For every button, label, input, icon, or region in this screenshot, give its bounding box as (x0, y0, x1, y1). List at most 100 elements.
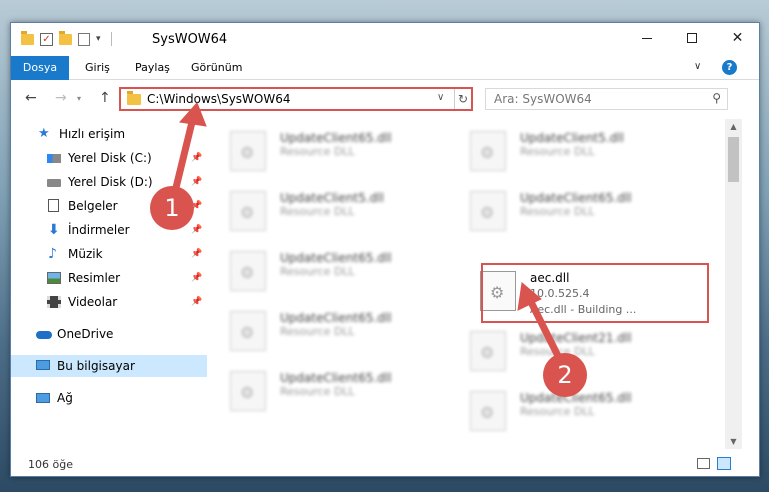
folder-icon (127, 91, 141, 105)
file-item[interactable]: UpdateClient5.dll Resource DLL (216, 183, 448, 239)
tab-view[interactable]: Görünüm (191, 56, 242, 80)
file-name: UpdateClient65.dll (520, 191, 632, 205)
file-description: Resource DLL (520, 145, 595, 158)
customize-dropdown-icon[interactable]: ▾ (96, 34, 101, 44)
pin-icon[interactable]: 📌 (191, 291, 202, 313)
folder-icon[interactable] (21, 30, 34, 45)
file-description: Resource DLL (520, 405, 595, 418)
file-name: UpdateClient65.dll (280, 251, 392, 265)
minimize-icon (641, 37, 652, 39)
pin-icon[interactable]: 📌 (191, 243, 202, 265)
search-box[interactable]: ⚲ (485, 88, 728, 110)
maximize-button[interactable] (669, 23, 714, 53)
navigation-bar: ← → ▾ ↑ C:\Windows\SysWOW64 ∨ ↻ ⚲ (11, 81, 759, 117)
new-folder-icon[interactable] (59, 30, 72, 45)
close-icon: ✕ (731, 30, 744, 46)
search-input[interactable] (486, 89, 696, 109)
properties-icon[interactable] (78, 32, 90, 46)
sidebar-item-pictures[interactable]: Resimler 📌 (11, 267, 207, 289)
scroll-up-icon[interactable]: ▲ (725, 122, 742, 131)
pin-icon[interactable]: 📌 (191, 267, 202, 289)
file-list: UpdateClient65.dll Resource DLL UpdateCl… (216, 119, 726, 445)
file-name: UpdateClient5.dll (280, 191, 384, 205)
explorer-window: ✓ ▾ SysWOW64 ✕ Dosya Giriş Paylaş Görünü… (10, 22, 760, 477)
sidebar-item-label: Bu bilgisayar (57, 359, 135, 373)
document-icon (48, 199, 59, 212)
details-view-icon[interactable] (697, 458, 710, 469)
dll-file-icon (230, 251, 266, 291)
sidebar-item-label: Belgeler (68, 199, 118, 213)
tab-home[interactable]: Giriş (85, 56, 110, 80)
maximize-icon (686, 33, 697, 43)
item-count: 106 öğe (28, 458, 73, 471)
back-arrow-icon[interactable]: ← (25, 90, 37, 106)
sidebar-item-label: İndirmeler (68, 223, 130, 237)
download-icon: ⬇ (48, 222, 60, 238)
title-bar: ✓ ▾ SysWOW64 ✕ (11, 23, 759, 56)
close-button[interactable]: ✕ (715, 23, 759, 53)
refresh-icon[interactable]: ↻ (454, 89, 471, 109)
file-description: Resource DLL (280, 325, 355, 338)
properties-check-icon[interactable]: ✓ (40, 32, 53, 46)
sidebar-item-label: Yerel Disk (C:) (68, 151, 152, 165)
title-separator (110, 32, 112, 46)
sidebar-item-label: Resimler (68, 271, 121, 285)
sidebar-item-label: Ağ (57, 391, 73, 405)
dll-file-icon (230, 371, 266, 411)
minimize-button[interactable] (624, 23, 669, 53)
scroll-down-icon[interactable]: ▼ (725, 437, 742, 446)
computer-icon (36, 360, 50, 370)
sidebar-item-onedrive[interactable]: OneDrive (11, 323, 207, 345)
tab-file[interactable]: Dosya (11, 56, 69, 80)
file-item[interactable]: UpdateClient65.dll Resource DLL (216, 363, 448, 419)
file-item[interactable]: UpdateClient65.dll Resource DLL (216, 123, 448, 179)
dll-file-icon (470, 191, 506, 231)
cloud-icon (36, 331, 52, 339)
address-path[interactable]: C:\Windows\SysWOW64 (147, 92, 291, 106)
sidebar-item-label: Müzik (68, 247, 103, 261)
sidebar-item-local-disk-c[interactable]: Yerel Disk (C:) 📌 (11, 147, 207, 169)
help-icon[interactable]: ? (722, 60, 737, 75)
up-arrow-icon[interactable]: ↑ (99, 90, 111, 106)
step-badge-1: 1 (150, 186, 194, 230)
pin-icon[interactable]: 📌 (191, 147, 202, 169)
file-item[interactable]: UpdateClient65.dll Resource DLL (456, 183, 688, 239)
sidebar-item-videos[interactable]: Videolar 📌 (11, 291, 207, 313)
sidebar-item-this-pc[interactable]: Bu bilgisayar (11, 355, 207, 377)
recent-locations-icon[interactable]: ▾ (77, 94, 81, 103)
sidebar-item-label: Yerel Disk (D:) (68, 175, 153, 189)
sidebar-item-music[interactable]: ♪ Müzik 📌 (11, 243, 207, 265)
file-name: UpdateClient21.dll (520, 331, 632, 345)
pin-icon[interactable]: 📌 (191, 171, 202, 193)
pictures-icon (47, 272, 61, 284)
scroll-thumb[interactable] (728, 137, 739, 182)
dll-file-icon (230, 131, 266, 171)
file-item[interactable]: UpdateClient65.dll Resource DLL (216, 303, 448, 359)
forward-arrow-icon[interactable]: → (55, 90, 67, 106)
drive-icon (47, 179, 61, 187)
pin-icon[interactable]: 📌 (191, 219, 202, 241)
address-dropdown-icon[interactable]: ∨ (437, 92, 444, 103)
status-bar: 106 öğe (11, 453, 759, 476)
videos-icon (47, 296, 61, 308)
dll-file-icon (470, 331, 506, 371)
sidebar-item-quick-access[interactable]: ★ Hızlı erişim (11, 123, 207, 145)
file-name: UpdateClient65.dll (280, 311, 392, 325)
dll-file-icon (470, 131, 506, 171)
dll-file-icon (230, 311, 266, 351)
sidebar-item-network[interactable]: Ağ (11, 387, 207, 409)
step-badge-2: 2 (543, 353, 587, 397)
tab-share[interactable]: Paylaş (135, 56, 170, 80)
expand-ribbon-icon[interactable]: ∨ (694, 61, 701, 72)
dll-file-icon (470, 391, 506, 431)
file-item[interactable]: UpdateClient65.dll Resource DLL (216, 243, 448, 299)
tiles-view-icon[interactable] (717, 457, 731, 470)
dll-file-icon (230, 191, 266, 231)
vertical-scrollbar[interactable]: ▲ ▼ (725, 119, 742, 449)
drive-icon (47, 154, 61, 163)
file-description: Resource DLL (520, 205, 595, 218)
address-bar[interactable]: C:\Windows\SysWOW64 ∨ ↻ (119, 87, 473, 111)
file-item[interactable]: UpdateClient5.dll Resource DLL (456, 123, 688, 179)
file-description: Resource DLL (280, 265, 355, 278)
search-icon[interactable]: ⚲ (712, 91, 721, 105)
